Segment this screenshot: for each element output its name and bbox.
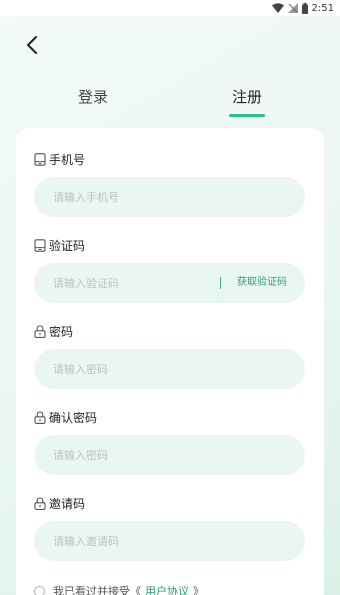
phone-icon — [34, 239, 46, 252]
phone-input-wrapper — [34, 177, 305, 217]
password-label-text: 密码 — [49, 325, 74, 339]
tab-register[interactable]: 注册 — [215, 86, 279, 107]
status-icons: 2:51 — [271, 1, 334, 15]
password-field-label: 密码 — [34, 323, 73, 340]
invite-code-label-text: 邀请码 — [49, 497, 86, 511]
invite-code-input[interactable] — [34, 521, 204, 561]
tab-login[interactable]: 登录 — [62, 86, 124, 107]
confirm-password-input[interactable] — [34, 435, 204, 475]
status-bar: 2:51 — [0, 0, 340, 16]
code-input-wrapper: 获取验证码 — [34, 263, 305, 303]
agreement-prefix: 我已看过并接受《 — [53, 585, 141, 595]
phone-input[interactable] — [34, 177, 204, 217]
invite-code-input-wrapper — [34, 521, 305, 561]
confirm-password-field-label: 确认密码 — [34, 409, 97, 426]
password-input-wrapper — [34, 349, 305, 389]
back-button[interactable] — [24, 34, 40, 56]
confirm-password-label-text: 确认密码 — [49, 411, 98, 425]
invite-code-field-label: 邀请码 — [34, 495, 85, 512]
lock-icon — [34, 411, 46, 424]
chevron-left-icon — [27, 36, 37, 54]
verification-code-input[interactable] — [34, 263, 204, 303]
agreement-row: 我已看过并接受《 用户协议 》 — [34, 583, 204, 595]
battery-icon — [301, 2, 308, 14]
password-input[interactable] — [34, 349, 204, 389]
confirm-password-input-wrapper — [34, 435, 305, 475]
phone-field-label: 手机号 — [34, 151, 85, 168]
lock-icon — [34, 497, 46, 510]
user-agreement-link[interactable]: 用户协议 — [145, 583, 189, 595]
wifi-icon — [271, 3, 284, 13]
code-divider — [220, 277, 221, 289]
agreement-checkbox[interactable] — [34, 585, 45, 595]
active-tab-indicator — [229, 114, 265, 117]
code-label-text: 验证码 — [49, 239, 86, 253]
agreement-suffix: 》 — [193, 585, 204, 595]
phone-label-text: 手机号 — [49, 153, 86, 167]
code-field-label: 验证码 — [34, 237, 85, 254]
phone-icon — [34, 153, 46, 166]
lock-icon — [34, 325, 46, 338]
get-code-button[interactable]: 获取验证码 — [237, 263, 287, 303]
status-time: 2:51 — [311, 2, 334, 14]
signal-icon — [287, 3, 298, 13]
